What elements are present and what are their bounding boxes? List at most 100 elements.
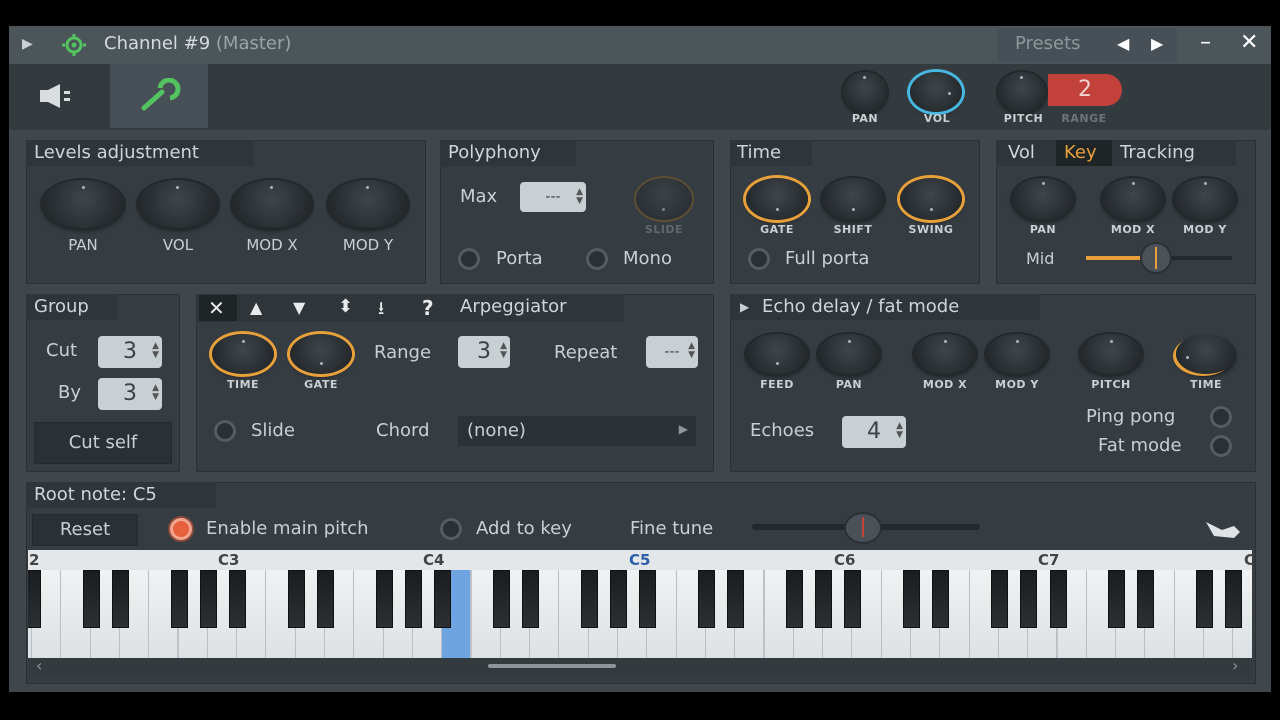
arp-sticky-icon[interactable]: ⭳ (378, 296, 384, 326)
levels-modx-knob[interactable] (232, 180, 312, 228)
enable-main-pitch-label: Enable main pitch (206, 518, 369, 539)
black-key[interactable] (697, 570, 715, 628)
gate-knob[interactable] (746, 178, 808, 220)
black-key[interactable] (844, 570, 862, 628)
chord-dropdown[interactable]: (none) ▶ (458, 416, 696, 446)
scroll-right-icon[interactable]: › (1232, 656, 1238, 675)
black-key[interactable] (1196, 570, 1213, 628)
pan-knob[interactable] (843, 72, 887, 112)
tracking-pan-knob[interactable] (1012, 178, 1074, 220)
echoes-stepper[interactable]: 4 ▲ ▼ (842, 416, 906, 448)
keyboard-scrollbar[interactable] (28, 658, 1252, 676)
full-porta-radio[interactable] (748, 248, 770, 270)
arp-off-icon[interactable]: ✕ (208, 296, 225, 320)
echo-modx-knob[interactable] (914, 334, 976, 374)
by-stepper[interactable]: 3 ▲ ▼ (98, 378, 162, 410)
cut-stepper[interactable]: 3 ▲ ▼ (98, 336, 162, 368)
previous-preset-icon[interactable]: ◀ (1117, 34, 1129, 53)
echo-mody-knob[interactable] (986, 334, 1048, 374)
black-key[interactable] (404, 570, 422, 628)
arp-random-icon[interactable]: ? (422, 296, 434, 320)
black-key[interactable] (522, 570, 540, 628)
minimize-icon[interactable]: – (1200, 30, 1211, 55)
next-preset-icon[interactable]: ▶ (1151, 34, 1163, 53)
black-key[interactable] (1108, 570, 1126, 628)
scroll-left-icon[interactable]: ‹ (36, 656, 42, 675)
arp-time-knob[interactable] (212, 334, 274, 374)
pitch-range-stepper[interactable]: 2 (1048, 74, 1122, 106)
expand-triangle-icon[interactable]: ▶ (740, 300, 749, 314)
black-key[interactable] (639, 570, 657, 628)
echo-feed-knob[interactable] (746, 334, 808, 374)
arp-range-stepper[interactable]: 3 ▲ ▼ (458, 336, 510, 368)
arp-down-icon[interactable]: ▼ (293, 298, 305, 317)
echo-pitch-knob[interactable] (1080, 334, 1142, 374)
presets-label[interactable]: Presets (1015, 33, 1081, 54)
pitch-knob[interactable] (998, 72, 1046, 112)
black-key[interactable] (815, 570, 833, 628)
ping-pong-radio[interactable] (1210, 406, 1232, 428)
black-key[interactable] (580, 570, 598, 628)
black-key[interactable] (1020, 570, 1038, 628)
window-title: Channel #9 (Master) (104, 33, 292, 54)
arp-gate-knob[interactable] (290, 334, 352, 374)
fat-mode-label: Fat mode (1098, 435, 1182, 456)
range-label: RANGE (1061, 112, 1107, 125)
cut-self-button[interactable]: Cut self (34, 422, 172, 464)
tab-misc-settings[interactable] (110, 64, 208, 128)
tab-sampler[interactable] (12, 64, 110, 128)
arp-up-icon[interactable]: ▲ (250, 298, 262, 317)
play-triangle-icon[interactable]: ▶ (22, 36, 33, 52)
max-polyphony-stepper[interactable]: --- ▲ ▼ (520, 182, 586, 212)
black-key[interactable] (492, 570, 510, 628)
levels-mody-knob[interactable] (328, 180, 408, 228)
black-key[interactable] (610, 570, 627, 628)
black-key[interactable] (229, 570, 247, 628)
black-key[interactable] (170, 570, 188, 628)
black-key[interactable] (82, 570, 100, 628)
black-key[interactable] (199, 570, 217, 628)
scrollbar-thumb[interactable] (488, 664, 616, 668)
tracking-mody-knob[interactable] (1174, 178, 1236, 220)
add-to-key-radio[interactable] (440, 518, 462, 540)
black-key[interactable] (932, 570, 950, 628)
slide-knob[interactable] (636, 178, 692, 220)
octave-label: 2 (29, 551, 40, 569)
volume-knob[interactable] (910, 72, 962, 112)
piano-keyboard[interactable]: 2 C3 C4 C5 C6 C7 C (28, 550, 1252, 658)
swing-knob[interactable] (900, 178, 962, 220)
black-key[interactable] (785, 570, 803, 628)
close-icon[interactable]: ✕ (1240, 30, 1258, 55)
black-key[interactable] (1225, 570, 1243, 628)
arp-slide-radio[interactable] (214, 420, 236, 442)
echo-feed-label: FEED (760, 378, 794, 391)
shift-knob[interactable] (822, 178, 884, 220)
porta-radio[interactable] (458, 248, 480, 270)
tab-key-tracking[interactable]: Key (1064, 142, 1097, 163)
black-key[interactable] (375, 570, 393, 628)
mono-radio[interactable] (586, 248, 608, 270)
black-key[interactable] (434, 570, 452, 628)
black-key[interactable] (317, 570, 334, 628)
arp-updown-icon[interactable]: ⬍ (338, 296, 353, 317)
repeat-stepper[interactable]: --- ▲ ▼ (646, 336, 698, 368)
keyboard-menu-icon[interactable] (1204, 518, 1242, 544)
levels-vol-knob[interactable] (138, 180, 218, 228)
black-key[interactable] (903, 570, 920, 628)
tracking-modx-knob[interactable] (1102, 178, 1164, 220)
mid-label: Mid (1026, 249, 1055, 268)
echo-time-knob[interactable] (1176, 334, 1236, 374)
black-key[interactable] (727, 570, 745, 628)
tab-vol-tracking[interactable]: Vol (1008, 142, 1035, 163)
black-key[interactable] (1049, 570, 1067, 628)
black-key[interactable] (990, 570, 1008, 628)
black-key[interactable] (28, 570, 41, 628)
black-key[interactable] (111, 570, 129, 628)
levels-pan-knob[interactable] (42, 180, 124, 228)
echo-pan-knob[interactable] (818, 334, 880, 374)
black-key[interactable] (1137, 570, 1155, 628)
enable-main-pitch-radio[interactable] (170, 518, 192, 540)
reset-button[interactable]: Reset (32, 514, 138, 546)
black-key[interactable] (287, 570, 305, 628)
fat-mode-radio[interactable] (1210, 435, 1232, 457)
